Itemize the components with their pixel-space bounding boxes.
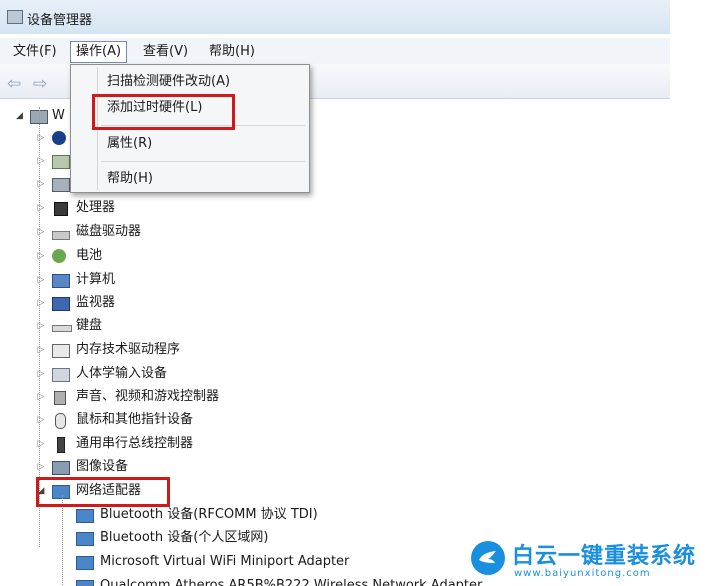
memory-icon [52,344,70,358]
network-adapter-icon [76,509,94,523]
expand-arrow-icon[interactable]: ▷ [35,386,47,408]
collapse-arrow-icon[interactable]: ◢ [16,105,23,127]
speaker-icon [54,391,66,405]
expand-arrow-icon[interactable]: ▷ [35,197,47,219]
expand-arrow-icon[interactable]: ▷ [35,433,47,455]
tree-category-monitor[interactable]: ▷ 监视器 [0,292,200,314]
network-adapter-item[interactable]: Bluetooth 设备(个人区域网) [0,527,420,549]
tree-category-sound[interactable]: ▷ 声音、视频和游戏控制器 [0,386,280,408]
adapter-label: Qualcomm Atheros AR5B%B222 Wireless Netw… [100,578,483,586]
processor-icon [54,202,68,216]
expand-arrow-icon[interactable]: ▷ [35,292,47,314]
category-label: 计算机 [76,272,116,287]
camera-icon [52,461,70,475]
menu-view[interactable]: 查看(V) [138,42,193,62]
monitor-icon [52,297,70,311]
menu-file[interactable]: 文件(F) [8,42,62,62]
device-manager-icon [7,10,23,24]
expand-arrow-icon[interactable]: ▷ [35,363,47,385]
menu-item-help[interactable]: 帮助(H) [107,168,153,190]
menu-separator [101,161,305,162]
hid-icon [52,368,70,382]
menu-item-properties[interactable]: 属性(R) [107,133,152,155]
category-label: 人体学输入设备 [76,366,168,381]
category-label: 监视器 [76,295,116,310]
tree-category-memory[interactable]: ▷ 内存技术驱动程序 [0,339,260,361]
adapter-label: Microsoft Virtual WiFi Miniport Adapter [100,554,350,569]
adapter-label: Bluetooth 设备(RFCOMM 协议 TDI) [100,507,318,522]
watermark-url: www.baiyunxitong.com [514,568,651,579]
forward-arrow-icon[interactable]: ⇨ [33,74,47,94]
category-label: 键盘 [76,318,103,333]
category-label: 电池 [76,248,103,263]
disk-drive-icon [52,231,70,240]
highlight-box [92,94,235,130]
tree-category-hid[interactable]: ▷ 人体学输入设备 [0,363,260,385]
watermark: 白云一键重装系统 www.baiyunxitong.com [470,538,720,584]
mouse-icon [55,413,66,429]
expand-arrow-icon[interactable]: ▷ [35,269,47,291]
window-title: 设备管理器 [27,13,93,28]
tree-category-disk[interactable]: ▷ 磁盘驱动器 [0,221,200,243]
bird-logo-icon [471,541,505,575]
tree-root-label: W [52,108,65,123]
menu-help[interactable]: 帮助(H) [204,42,260,62]
expand-arrow-icon[interactable]: ▷ [35,315,47,337]
tree-category[interactable]: ▷ [0,150,70,172]
network-adapter-icon [76,580,94,586]
network-adapter-icon [76,532,94,546]
tree-category-computer[interactable]: ▷ 计算机 [0,269,200,291]
tree-category-processor[interactable]: ▷ 处理器 [0,197,200,219]
bluetooth-icon [52,131,66,145]
category-label: 鼠标和其他指针设备 [76,412,194,427]
menu-action[interactable]: 操作(A) [70,41,128,63]
tree-category-mouse[interactable]: ▷ 鼠标和其他指针设备 [0,409,280,431]
menu-bar: 文件(F) 操作(A) 查看(V) 帮助(H) [0,38,670,64]
tree-category[interactable]: ▷ [0,127,66,149]
category-label: 内存技术驱动程序 [76,342,181,357]
computer-icon [52,274,70,288]
usb-icon [57,437,65,453]
network-device-icon [52,155,70,169]
expand-arrow-icon[interactable]: ▷ [35,127,47,149]
network-adapter-item[interactable]: Bluetooth 设备(RFCOMM 协议 TDI) [0,504,420,526]
adapter-label: Bluetooth 设备(个人区域网) [100,530,269,545]
back-arrow-icon[interactable]: ⇦ [7,74,21,94]
tree-category-battery[interactable]: ▷ 电池 [0,245,200,267]
battery-icon [52,249,66,263]
network-adapter-item[interactable]: Qualcomm Atheros AR5B%B222 Wireless Netw… [0,575,520,586]
expand-arrow-icon[interactable]: ▷ [35,409,47,431]
expand-arrow-icon[interactable]: ▷ [35,173,47,195]
category-label: 图像设备 [76,459,129,474]
expand-arrow-icon[interactable]: ▷ [35,245,47,267]
device-icon [52,178,70,192]
tree-category[interactable]: ▷ [0,173,70,195]
network-adapter-item[interactable]: Microsoft Virtual WiFi Miniport Adapter [0,551,420,573]
expand-arrow-icon[interactable]: ▷ [35,221,47,243]
menu-item-scan-hardware[interactable]: 扫描检测硬件改动(A) [107,71,230,93]
tree-category-keyboard[interactable]: ▷ 键盘 [0,315,200,337]
expand-arrow-icon[interactable]: ▷ [35,339,47,361]
tree-category-usb[interactable]: ▷ 通用串行总线控制器 [0,433,280,455]
expand-arrow-icon[interactable]: ▷ [35,150,47,172]
tree-category-imaging[interactable]: ▷ 图像设备 [0,456,200,478]
highlight-box [36,477,170,507]
category-label: 磁盘驱动器 [76,224,142,239]
category-label: 通用串行总线控制器 [76,436,194,451]
network-adapter-icon [76,556,94,570]
expand-arrow-icon[interactable]: ▷ [35,456,47,478]
category-label: 处理器 [76,200,116,215]
category-label: 声音、视频和游戏控制器 [76,389,220,404]
keyboard-icon [52,325,72,332]
title-bar: 设备管理器 [0,0,670,34]
watermark-brand: 白云一键重装系统 [512,544,697,569]
